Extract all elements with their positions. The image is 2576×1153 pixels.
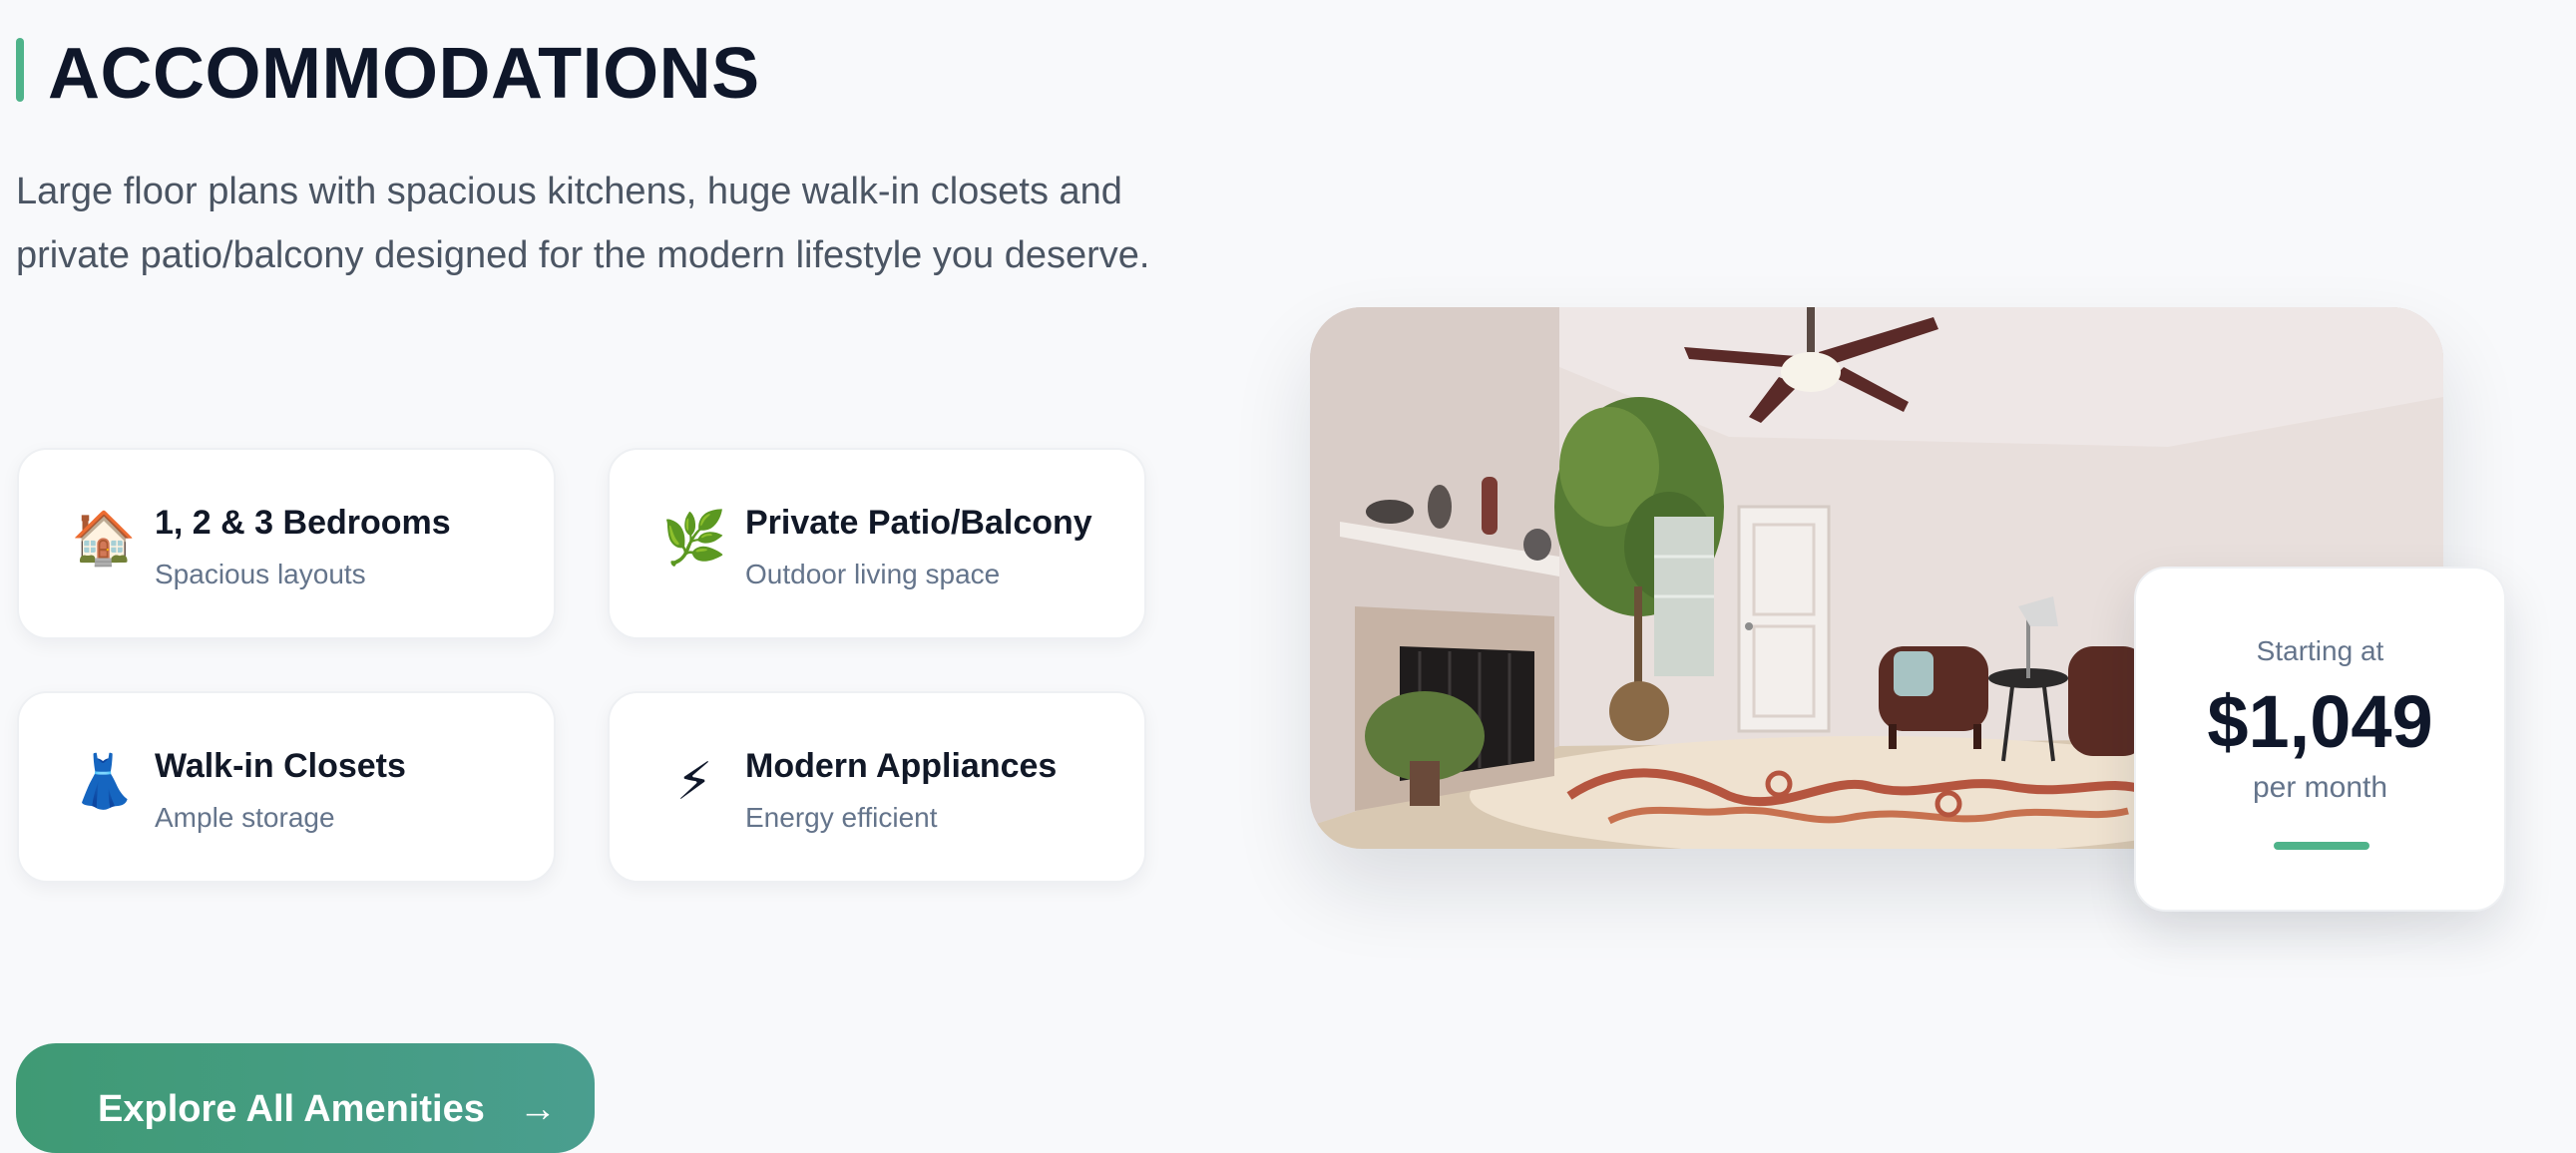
feature-card-bedrooms: 🏠 1, 2 & 3 Bedrooms Spacious layouts xyxy=(17,448,556,639)
explore-amenities-label: Explore All Amenities xyxy=(98,1087,485,1130)
feature-subtitle: Ample storage xyxy=(155,802,335,833)
price-label: Starting at xyxy=(2256,635,2384,666)
lightning-icon: ⚡ xyxy=(675,753,713,811)
feature-card-appliances: ⚡ Modern Appliances Energy efficient xyxy=(608,691,1146,883)
feature-title: Private Patio/Balcony xyxy=(745,504,1092,542)
feature-title: Walk-in Closets xyxy=(155,747,406,785)
arrow-right-icon: → xyxy=(518,1087,557,1130)
house-icon: 🏠 xyxy=(71,510,137,568)
price-accent-line xyxy=(2274,842,2369,850)
herb-icon: 🌿 xyxy=(661,510,727,568)
feature-title: Modern Appliances xyxy=(745,747,1058,785)
feature-subtitle: Energy efficient xyxy=(745,802,938,833)
dress-icon: 👗 xyxy=(71,753,137,811)
feature-card-patio: 🌿 Private Patio/Balcony Outdoor living s… xyxy=(608,448,1146,639)
pricing-card: Starting at $1,049 per month xyxy=(2134,567,2506,912)
feature-title: 1, 2 & 3 Bedrooms xyxy=(155,504,451,542)
title-accent-bar xyxy=(16,38,24,102)
feature-card-closets: 👗 Walk-in Closets Ample storage xyxy=(17,691,556,883)
price-period: per month xyxy=(2252,771,2388,804)
section-description: Large floor plans with spacious kitchens… xyxy=(16,171,1150,276)
explore-amenities-button[interactable]: Explore All Amenities → xyxy=(16,1043,595,1153)
feature-subtitle: Outdoor living space xyxy=(745,559,1001,589)
price-amount: $1,049 xyxy=(2207,680,2433,763)
section-title: ACCOMMODATIONS xyxy=(48,34,760,114)
feature-subtitle: Spacious layouts xyxy=(155,559,366,589)
